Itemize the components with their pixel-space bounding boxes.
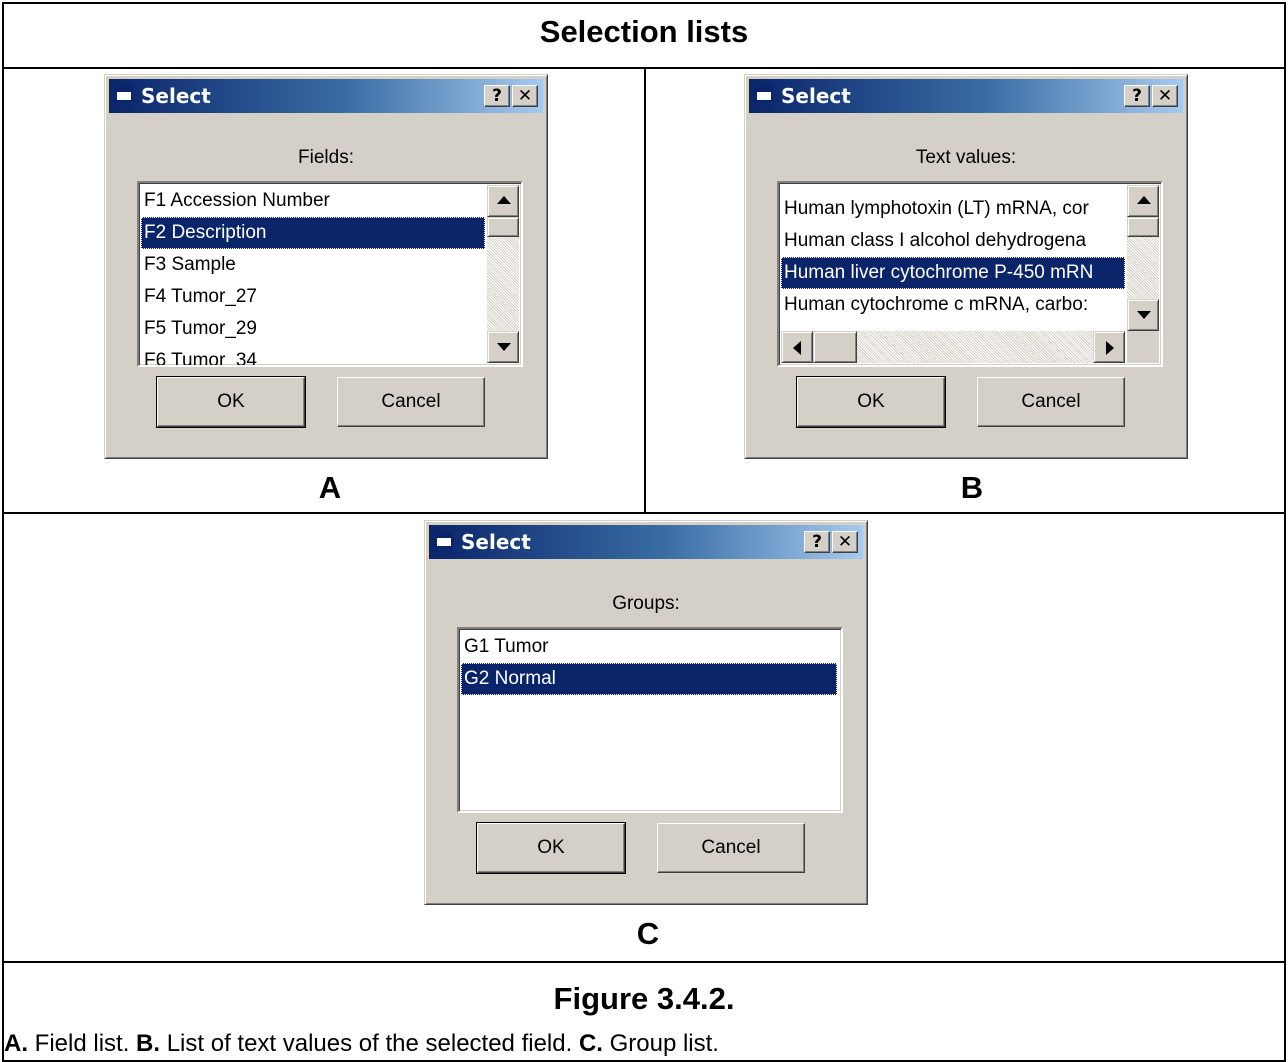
close-button[interactable]: ✕	[512, 85, 538, 107]
list-item[interactable]: Human lymphotoxin (LT) mRNA, cor	[781, 193, 1125, 225]
figure-caption: A. Field list. B. List of text values of…	[4, 1030, 719, 1058]
arrow-down-icon	[497, 343, 511, 351]
list-item[interactable]: Human cytochrome c mRNA, carbo:	[781, 289, 1125, 321]
divider	[4, 512, 1284, 514]
list-item[interactable]: Human class I alcohol dehydrogena	[781, 225, 1125, 257]
cancel-button[interactable]: Cancel	[657, 823, 805, 873]
panel-label-b: B	[960, 470, 984, 505]
caption-label-a: A.	[4, 1030, 28, 1057]
ok-button[interactable]: OK	[156, 376, 306, 428]
text-values-listbox[interactable]: Human lymphotoxin (LT) mRNA, cor Human c…	[777, 181, 1163, 367]
horizontal-scrollbar[interactable]	[781, 331, 1125, 363]
scroll-thumb[interactable]	[1127, 217, 1159, 237]
close-button[interactable]: ✕	[832, 531, 858, 553]
window-icon	[435, 532, 453, 548]
vertical-scrollbar[interactable]	[1127, 185, 1159, 331]
ok-button[interactable]: OK	[796, 376, 946, 428]
caption-label-b: B.	[136, 1030, 161, 1057]
select-dialog-b: Select ? ✕ Text values: Human lymphotoxi…	[744, 74, 1188, 459]
caption-text-b: List of text values of the selected fiel…	[160, 1030, 579, 1057]
list-item[interactable]: F6 Tumor_34	[141, 345, 485, 365]
dialog-title: Select	[781, 84, 851, 108]
dialog-titlebar[interactable]: Select ? ✕	[109, 79, 543, 113]
figure-table: Selection lists Select ? ✕ Fields: F1 Ac…	[2, 2, 1286, 1062]
scroll-thumb[interactable]	[487, 217, 519, 237]
figure-heading: Selection lists	[539, 14, 749, 49]
arrow-left-icon	[793, 341, 801, 355]
caption-text-a: Field list.	[28, 1030, 137, 1057]
dialog-title: Select	[141, 84, 211, 108]
groups-label: Groups:	[612, 593, 680, 614]
fields-listbox[interactable]: F1 Accession Number F2 Description F3 Sa…	[137, 181, 523, 367]
select-dialog-a: Select ? ✕ Fields: F1 Accession Number F…	[104, 74, 548, 459]
arrow-right-icon	[1106, 341, 1114, 355]
ok-button[interactable]: OK	[476, 822, 626, 874]
list-item[interactable]: F5 Tumor_29	[141, 313, 485, 345]
list-item-selected[interactable]: Human liver cytochrome P-450 mRN	[781, 257, 1125, 289]
dialog-titlebar[interactable]: Select ? ✕	[749, 79, 1183, 113]
list-item[interactable]: F1 Accession Number	[141, 185, 485, 217]
window-icon	[755, 86, 773, 102]
window-icon	[115, 86, 133, 102]
panel-label-c: C	[636, 916, 660, 951]
caption-text-c: Group list.	[602, 1030, 719, 1057]
scroll-down-button[interactable]	[1127, 299, 1159, 331]
scroll-corner	[1127, 331, 1159, 363]
arrow-down-icon	[1137, 311, 1151, 319]
help-button[interactable]: ?	[484, 85, 510, 107]
help-button[interactable]: ?	[804, 531, 830, 553]
list-item[interactable]: F4 Tumor_27	[141, 281, 485, 313]
cancel-button[interactable]: Cancel	[977, 377, 1125, 427]
scroll-up-button[interactable]	[487, 185, 519, 217]
arrow-up-icon	[497, 196, 511, 204]
vertical-scrollbar[interactable]	[487, 185, 519, 363]
scroll-down-button[interactable]	[487, 331, 519, 363]
list-item-selected[interactable]: F2 Description	[141, 217, 485, 249]
cancel-button[interactable]: Cancel	[337, 377, 485, 427]
help-button[interactable]: ?	[1124, 85, 1150, 107]
scroll-right-button[interactable]	[1093, 331, 1125, 363]
caption-label-c: C.	[578, 1030, 603, 1057]
divider	[644, 67, 646, 514]
divider	[4, 961, 1284, 963]
dialog-titlebar[interactable]: Select ? ✕	[429, 525, 863, 559]
scroll-thumb[interactable]	[813, 331, 857, 363]
groups-listbox[interactable]: G1 Tumor G2 Normal	[457, 627, 843, 813]
dialog-title: Select	[461, 530, 531, 554]
figure-title: Figure 3.4.2.	[553, 981, 735, 1016]
list-item[interactable]: F3 Sample	[141, 249, 485, 281]
panel-label-a: A	[318, 470, 342, 505]
close-button[interactable]: ✕	[1152, 85, 1178, 107]
fields-label: Fields:	[298, 147, 354, 168]
list-item[interactable]: G1 Tumor	[461, 631, 837, 663]
list-item-selected[interactable]: G2 Normal	[461, 663, 837, 695]
arrow-up-icon	[1137, 196, 1151, 204]
select-dialog-c: Select ? ✕ Groups: G1 Tumor G2 Normal OK…	[424, 520, 868, 905]
scroll-left-button[interactable]	[781, 331, 813, 363]
text-values-label: Text values:	[915, 147, 1017, 168]
list-item-partial	[781, 183, 1125, 185]
scroll-up-button[interactable]	[1127, 185, 1159, 217]
